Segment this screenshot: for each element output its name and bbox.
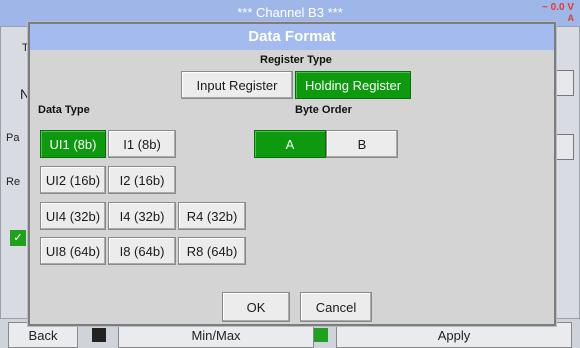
dialog-title: Data Format <box>30 24 554 50</box>
data-type-i2-button[interactable]: I2 (16b) <box>108 166 176 194</box>
holding-register-button[interactable]: Holding Register <box>295 71 411 99</box>
byte-order-label: Byte Order <box>295 104 352 116</box>
checkmark-icon: ✓ <box>10 230 26 246</box>
stop-icon <box>92 328 106 342</box>
data-format-dialog: Data Format Register Type Input Register… <box>28 22 556 326</box>
byte-order-a-button[interactable]: A <box>254 130 326 158</box>
data-type-r8-button[interactable]: R8 (64b) <box>178 237 246 265</box>
data-type-i1-button[interactable]: I1 (8b) <box>108 130 176 158</box>
background-corner-reading: ~ 0.0 V A <box>542 2 574 24</box>
data-type-r4-button[interactable]: R4 (32b) <box>178 202 246 230</box>
data-type-label: Data Type <box>38 104 90 116</box>
background-corner-value: ~ 0.0 V <box>542 2 574 13</box>
data-type-i4-button[interactable]: I4 (32b) <box>108 202 176 230</box>
data-type-ui8-button[interactable]: UI8 (64b) <box>40 237 106 265</box>
ok-button[interactable]: OK <box>222 292 290 322</box>
status-square-icon <box>314 328 328 342</box>
register-type-label: Register Type <box>260 54 332 66</box>
byte-order-b-button[interactable]: B <box>326 130 398 158</box>
cancel-button[interactable]: Cancel <box>300 292 372 322</box>
data-type-ui2-button[interactable]: UI2 (16b) <box>40 166 106 194</box>
background-title: *** Channel B3 *** <box>237 5 343 20</box>
data-type-ui4-button[interactable]: UI4 (32b) <box>40 202 106 230</box>
input-register-button[interactable]: Input Register <box>181 71 293 99</box>
data-type-i8-button[interactable]: I8 (64b) <box>108 237 176 265</box>
data-type-ui1-button[interactable]: UI1 (8b) <box>40 130 106 158</box>
